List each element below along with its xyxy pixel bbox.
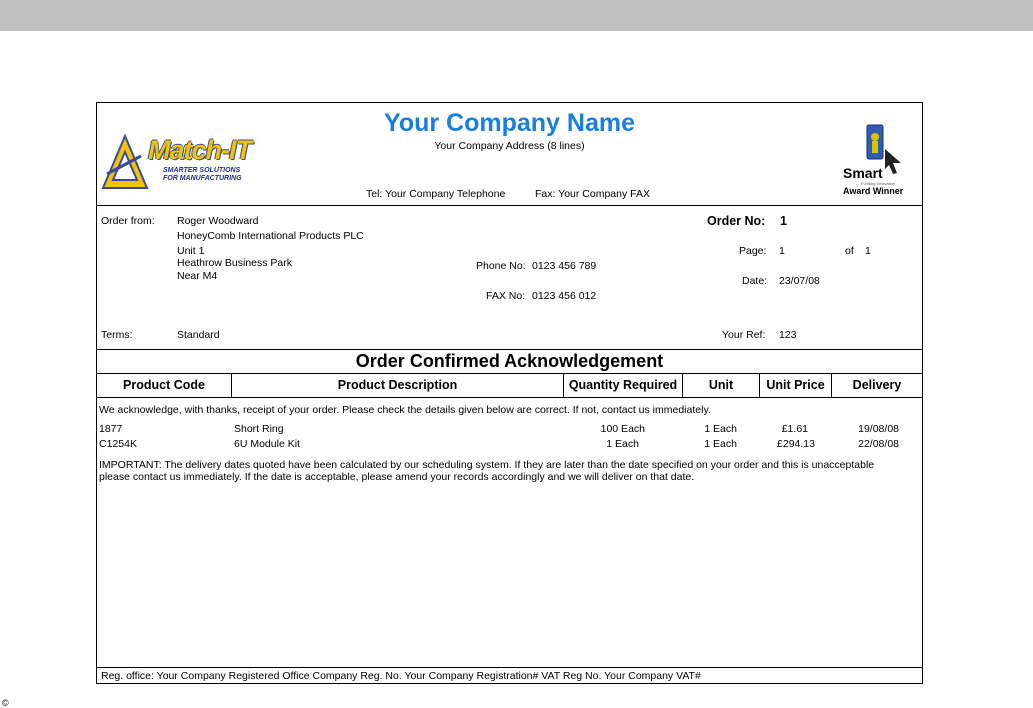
col-unit-price: Unit Price — [766, 378, 825, 392]
row-product-description: Short Ring — [234, 423, 284, 435]
company-tel: Tel: Your Company Telephone — [366, 188, 506, 200]
customer-address-line: Heathrow Business Park — [177, 257, 292, 269]
header-divider — [97, 205, 922, 206]
important-note-line-2: please contact us immediately. If the da… — [99, 471, 695, 483]
company-fax: Fax: Your Company FAX — [535, 188, 650, 200]
col-product-code: Product Code — [123, 378, 205, 392]
company-name: Your Company Name — [384, 109, 635, 137]
order-acknowledgement-document: Match-IT SMARTER SOLUTIONS FOR MANUFACTU… — [96, 102, 923, 684]
col-unit: Unit — [708, 378, 734, 392]
phone-label: Phone No: — [476, 260, 526, 272]
order-no-label: Order No: — [707, 214, 766, 228]
fax-value: 0123 456 012 — [532, 290, 597, 302]
page-label: Page: — [739, 245, 767, 257]
col-divider — [563, 373, 564, 397]
col-divider — [682, 373, 683, 397]
row-unit: 1 Each — [704, 423, 737, 435]
registered-office-footer: Reg. office: Your Company Registered Off… — [101, 670, 701, 682]
page-total: 1 — [865, 245, 871, 257]
customer-address-line: Near M4 — [177, 270, 218, 282]
row-unit-price: £1.61 — [781, 423, 808, 435]
customer-address-line: Unit 1 — [177, 245, 205, 257]
award-winner-text: Award Winner — [843, 186, 904, 196]
col-quantity-required: Quantity Required — [568, 378, 678, 392]
customer-company: HoneyComb International Products PLC — [177, 230, 364, 242]
row-delivery: 19/08/08 — [858, 423, 899, 435]
col-product-description: Product Description — [337, 378, 458, 392]
customer-name: Roger Woodward — [177, 215, 259, 227]
row-delivery: 22/08/08 — [858, 438, 899, 450]
row-product-description: 6U Module Kit — [234, 438, 300, 450]
your-ref-value: 123 — [779, 329, 797, 341]
window-title-bar — [0, 0, 1033, 31]
terms-label: Terms: — [101, 329, 133, 341]
details-divider — [97, 349, 922, 350]
page-value: 1 — [779, 245, 785, 257]
award-badge: Smart Funding Innovation Award Winner — [841, 123, 909, 201]
col-delivery: Delivery — [852, 378, 902, 392]
order-no-value: 1 — [780, 214, 787, 228]
important-note-line-1: IMPORTANT: The delivery dates quoted hav… — [99, 459, 875, 471]
footer-divider — [97, 667, 922, 668]
date-value: 23/07/08 — [779, 275, 820, 287]
document-title: Order Confirmed Acknowledgement — [355, 351, 664, 371]
your-ref-label: Your Ref: — [722, 329, 766, 341]
col-divider — [231, 373, 232, 397]
date-label: Date: — [742, 275, 768, 287]
row-unit: 1 Each — [704, 438, 737, 450]
acknowledgement-text: We acknowledge, with thanks, receipt of … — [99, 404, 711, 416]
row-quantity: 100 Each — [600, 423, 645, 435]
col-divider — [831, 373, 832, 397]
logo-tagline: SMARTER SOLUTIONS FOR MANUFACTURING — [163, 167, 242, 182]
table-header-divider — [97, 397, 922, 398]
copyright-icon: © — [2, 698, 9, 708]
terms-value: Standard — [177, 329, 220, 341]
fax-label: FAX No: — [486, 290, 526, 302]
company-address: Your Company Address (8 lines) — [434, 140, 585, 152]
col-divider — [759, 373, 760, 397]
row-unit-price: £294.13 — [777, 438, 815, 450]
row-product-code: C1254K — [99, 438, 137, 450]
row-product-code: 1877 — [99, 423, 123, 435]
row-quantity: 1 Each — [606, 438, 639, 450]
award-smart-text: Smart — [843, 165, 883, 181]
order-from-label: Order from: — [101, 215, 155, 227]
page-of-label: of — [845, 245, 854, 257]
phone-value: 0123 456 789 — [532, 260, 597, 272]
